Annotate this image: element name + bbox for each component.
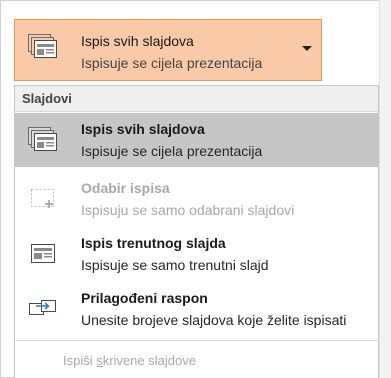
- dropdown-selected-title: Ispis svih slajdova: [81, 33, 194, 49]
- menu-item-title: Prilagođeni raspon: [81, 290, 208, 306]
- section-header-label: Slajdovi: [22, 91, 72, 106]
- menu-item-description: Ispisuju se samo odabrani slajdovi: [81, 202, 295, 218]
- footer-option-prefix: Ispiši: [63, 353, 97, 368]
- menu-item-print-current-slide[interactable]: Ispis trenutnog slajda Ispisuje se samo …: [15, 227, 378, 281]
- menu-item-print-selection: Odabir ispisa Ispisuju se samo odabrani …: [15, 172, 378, 226]
- print-range-menu: Slajdovi Ispis svih slajdova Ispisuje se…: [14, 85, 379, 378]
- slides-stack-icon: [28, 127, 58, 158]
- menu-item-title: Ispis trenutnog slajda: [81, 235, 226, 251]
- menu-item-print-all-slides[interactable]: Ispis svih slajdova Ispisuje se cijela p…: [15, 113, 378, 167]
- menu-item-description: Ispisuje se cijela prezentacija: [81, 143, 263, 159]
- print-hidden-slides-option: Ispiši skrivene slajdove: [63, 353, 196, 368]
- right-scroll-strip: [379, 0, 391, 378]
- print-range-dropdown-button[interactable]: Ispis svih slajdova Ispisuje se cijela p…: [14, 19, 322, 81]
- custom-range-icon: [28, 296, 58, 327]
- menu-item-description: Unesite brojeve slajdova koje želite isp…: [81, 312, 347, 328]
- menu-item-title: Odabir ispisa: [81, 180, 170, 196]
- dropdown-selected-subtitle: Ispisuje se cijela prezentacija: [81, 55, 263, 71]
- menu-item-description: Ispisuje se samo trenutni slajd: [81, 257, 269, 273]
- slides-stack-icon: [28, 34, 58, 65]
- chevron-down-icon: [302, 46, 312, 51]
- section-header: Slajdovi: [15, 86, 378, 112]
- single-slide-icon: [28, 241, 58, 272]
- menu-item-title: Ispis svih slajdova: [81, 121, 205, 137]
- menu-divider: [15, 340, 378, 341]
- footer-option-suffix: krivene slajdove: [102, 353, 196, 368]
- menu-item-custom-range[interactable]: Prilagođeni raspon Unesite brojeve slajd…: [15, 282, 378, 336]
- selection-plus-icon: [28, 186, 58, 217]
